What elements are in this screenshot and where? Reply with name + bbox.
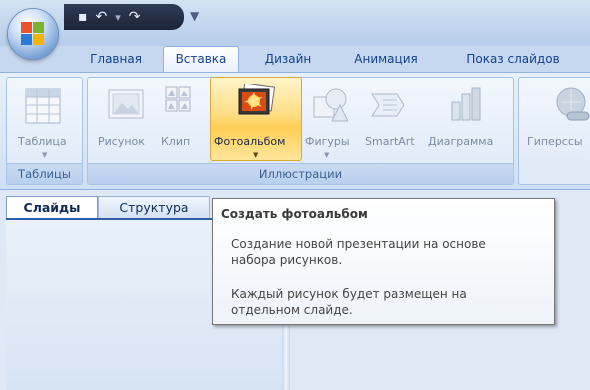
table-dropdown-icon[interactable]: ▼ xyxy=(42,151,47,159)
office-logo-icon xyxy=(21,22,45,46)
save-icon[interactable]: ▪ xyxy=(78,10,88,24)
tables-group-label: Таблицы xyxy=(7,163,82,184)
redo-icon[interactable]: ↷ xyxy=(129,10,141,24)
picture-icon xyxy=(108,87,144,124)
ribbon-tabs: Главная Вставка Дизайн Анимация Показ сл… xyxy=(0,46,590,73)
tooltip-line-3: Каждый рисунок будет размещен на xyxy=(231,287,467,301)
hyperlink-icon xyxy=(553,86,590,125)
customize-icon[interactable]: ▼ xyxy=(190,9,199,23)
shapes-button[interactable]: Фигуры xyxy=(305,135,350,148)
photo-album-icon xyxy=(237,82,276,123)
undo-dropdown-icon[interactable]: ▾ xyxy=(115,12,121,23)
tab-animation[interactable]: Анимация xyxy=(336,46,436,72)
tab-slides[interactable]: Слайды xyxy=(6,196,98,218)
super-tooltip: Создать фотоальбом Создание новой презен… xyxy=(212,198,555,325)
tooltip-line-1: Создание новой презентации на основе xyxy=(231,237,486,251)
clip-art-button[interactable]: Клип xyxy=(161,135,190,148)
illustrations-group-label: Иллюстрации xyxy=(88,163,513,184)
clip-art-icon xyxy=(165,86,191,127)
tab-design[interactable]: Дизайн xyxy=(252,46,324,72)
tab-insert[interactable]: Вставка xyxy=(163,46,239,73)
smartart-icon xyxy=(371,88,407,125)
tooltip-title: Создать фотоальбом xyxy=(221,207,368,221)
photo-album-label: Фотоальбом xyxy=(214,135,286,148)
photo-album-dropdown-icon[interactable]: ▼ xyxy=(253,151,258,159)
quick-access-toolbar: ▪ ↶ ▾ ↷ xyxy=(64,4,184,30)
chart-icon xyxy=(450,86,484,125)
tooltip-line-4: отдельном слайде. xyxy=(231,303,353,317)
tooltip-line-2: набора рисунков. xyxy=(231,253,343,267)
table-button[interactable]: Таблица xyxy=(18,135,67,148)
tab-home[interactable]: Главная xyxy=(80,46,152,72)
shapes-icon xyxy=(312,87,349,126)
picture-button[interactable]: Рисунок xyxy=(98,135,145,148)
tab-slide-show[interactable]: Показ слайдов xyxy=(448,46,578,72)
table-icon xyxy=(25,88,61,127)
office-button[interactable] xyxy=(8,9,58,59)
tab-outline[interactable]: Структура xyxy=(98,196,210,218)
smartart-button[interactable]: SmartArt xyxy=(365,135,415,148)
undo-icon[interactable]: ↶ xyxy=(96,10,108,24)
hyperlink-button[interactable]: Гиперссы xyxy=(527,135,583,148)
shapes-dropdown-icon[interactable]: ▼ xyxy=(324,151,329,159)
chart-button[interactable]: Диаграмма xyxy=(428,135,493,148)
